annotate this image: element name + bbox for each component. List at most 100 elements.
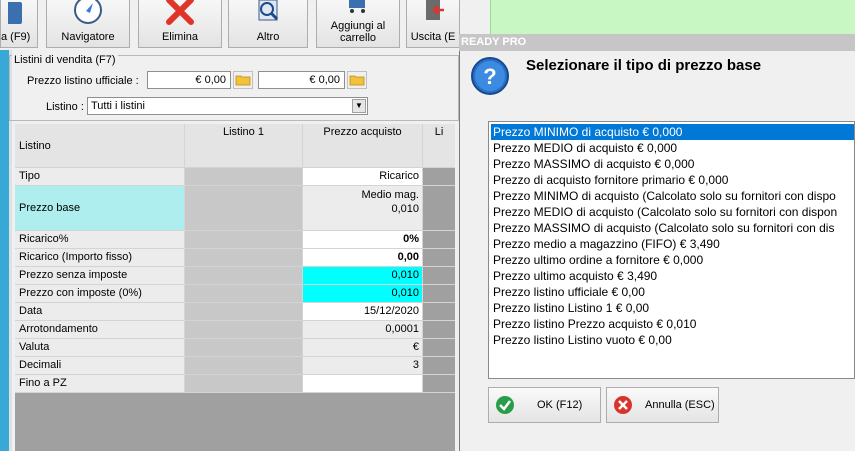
list-item[interactable]: Prezzo MASSIMO di acquisto (Calcolato so…	[491, 220, 834, 236]
grid-header-listino: Listino	[15, 124, 185, 168]
save-button[interactable]: a (F9)	[0, 0, 38, 48]
row-label-prezzo-base: Prezzo base	[15, 186, 185, 231]
price-grid: Listino Listino 1 Prezzo acquisto Li Tip…	[15, 124, 455, 451]
ok-button-label: OK (F12)	[537, 399, 583, 411]
list-item[interactable]: Prezzo MASSIMO di acquisto € 0,000	[491, 156, 694, 172]
list-item[interactable]: Prezzo listino Listino 1 € 0,00	[491, 300, 649, 316]
cell-arrotondamento[interactable]: 0,0001	[303, 321, 423, 339]
cell[interactable]	[185, 231, 303, 249]
cell	[423, 231, 455, 249]
cell-decimali[interactable]: 3	[303, 357, 423, 375]
cell-prezzo-base[interactable]: Medio mag. 0,010	[303, 186, 423, 231]
list-item[interactable]: Prezzo di acquisto fornitore primario € …	[491, 172, 728, 188]
compass-icon	[73, 0, 103, 29]
list-item[interactable]: Prezzo MINIMO di acquisto (Calcolato sol…	[491, 188, 836, 204]
add-to-cart-button-label: Aggiungi al carrello	[330, 20, 386, 44]
cell[interactable]	[185, 303, 303, 321]
navigator-button[interactable]: Navigatore	[46, 0, 130, 48]
cell[interactable]	[185, 375, 303, 393]
cell[interactable]	[185, 339, 303, 357]
listino-select[interactable]: Tutti i listini ▼	[87, 97, 368, 115]
left-accent-bar	[0, 50, 9, 451]
delete-button[interactable]: Elimina	[138, 0, 222, 48]
cell	[423, 168, 455, 186]
list-item[interactable]: Prezzo MEDIO di acquisto (Calcolato solo…	[491, 204, 837, 220]
cell-prezzo-senza-imposte[interactable]: 0,010	[303, 267, 423, 285]
cell[interactable]	[185, 249, 303, 267]
prezzo-base-value: 0,010	[391, 203, 419, 215]
list-item[interactable]: Prezzo MEDIO di acquisto € 0,000	[491, 140, 677, 156]
row-label-prezzo-con-imposte: Prezzo con imposte (0%)	[15, 285, 185, 303]
delete-x-icon	[165, 0, 195, 29]
cell-valuta[interactable]: €	[303, 339, 423, 357]
price-list-group-title: Listini di vendita (F7)	[12, 54, 118, 66]
official-price-label: Prezzo listino ufficiale :	[27, 75, 139, 87]
row-label-arrotondamento: Arrotondamento	[15, 321, 185, 339]
list-item[interactable]: Prezzo listino ufficiale € 0,00	[491, 284, 645, 300]
official-price-field-2[interactable]: € 0,00	[258, 71, 345, 89]
grid-header-col2[interactable]: Prezzo acquisto	[303, 124, 423, 168]
list-item[interactable]: Prezzo listino Prezzo acquisto € 0,010	[491, 316, 696, 332]
row-label-valuta: Valuta	[15, 339, 185, 357]
cell[interactable]	[185, 285, 303, 303]
cell-tipo[interactable]: Ricarico	[303, 168, 423, 186]
grid-header-col3[interactable]: Li	[423, 124, 455, 168]
row-label-decimali: Decimali	[15, 357, 185, 375]
dialog-titlebar[interactable]: READY PRO	[459, 34, 855, 51]
cell[interactable]	[185, 186, 303, 231]
cell	[423, 375, 455, 393]
cell	[423, 186, 455, 231]
save-button-label: a (F9)	[1, 31, 31, 43]
ok-button[interactable]: OK (F12)	[488, 387, 601, 423]
delete-button-label: Elimina	[161, 31, 199, 43]
cell-prezzo-con-imposte[interactable]: 0,010	[303, 285, 423, 303]
exit-button[interactable]: Uscita (E	[406, 0, 460, 48]
row-label-ricarico-fisso: Ricarico (Importo fisso)	[15, 249, 185, 267]
prezzo-base-type: Medio mag.	[361, 189, 419, 201]
cell-ricarico-perc[interactable]: 0%	[303, 231, 423, 249]
cell[interactable]	[185, 267, 303, 285]
exit-button-label: Uscita (E	[410, 31, 456, 43]
cell-data[interactable]: 15/12/2020	[303, 303, 423, 321]
folder-icon	[349, 75, 365, 86]
row-label-tipo: Tipo	[15, 168, 185, 186]
cell[interactable]	[185, 168, 303, 186]
chevron-down-icon[interactable]: ▼	[352, 99, 366, 113]
list-item[interactable]: Prezzo MINIMO di acquisto € 0,000	[491, 124, 854, 140]
cell	[423, 285, 455, 303]
magnifier-icon	[253, 0, 283, 29]
cell[interactable]	[185, 321, 303, 339]
exit-door-icon	[418, 0, 448, 29]
green-strip	[490, 0, 855, 36]
folder-button-2[interactable]	[347, 71, 367, 89]
list-item[interactable]: Prezzo ultimo acquisto € 3,490	[491, 268, 657, 284]
other-button[interactable]: Altro	[228, 0, 308, 48]
cell-ricarico-fisso[interactable]: 0,00	[303, 249, 423, 267]
list-item[interactable]: Prezzo listino Listino vuoto € 0,00	[491, 332, 672, 348]
save-icon	[8, 2, 22, 24]
check-icon	[496, 396, 514, 414]
cell[interactable]	[185, 357, 303, 375]
price-type-list[interactable]: Prezzo MINIMO di acquisto € 0,000 Prezzo…	[488, 121, 855, 379]
cell	[423, 303, 455, 321]
official-price-field-1[interactable]: € 0,00	[147, 71, 231, 89]
row-label-fino-a-pz: Fino a PZ	[15, 375, 185, 393]
cancel-button-label: Annulla (ESC)	[645, 399, 715, 411]
cancel-button[interactable]: Annulla (ESC)	[606, 387, 719, 423]
listino-select-value: Tutti i listini	[91, 100, 145, 112]
other-button-label: Altro	[256, 31, 280, 43]
grid-header-col1[interactable]: Listino 1	[185, 124, 303, 168]
svg-text:?: ?	[483, 64, 496, 89]
cell	[423, 357, 455, 375]
row-label-data: Data	[15, 303, 185, 321]
add-to-cart-button[interactable]: Aggiungi al carrello	[316, 0, 400, 48]
folder-button-1[interactable]	[233, 71, 253, 89]
list-item[interactable]: Prezzo medio a magazzino (FIFO) € 3,490	[491, 236, 720, 252]
navigator-button-label: Navigatore	[61, 31, 115, 43]
folder-icon	[235, 75, 251, 86]
cell-fino-a-pz[interactable]	[303, 375, 423, 393]
question-icon: ?	[470, 56, 510, 99]
cart-icon	[343, 0, 373, 17]
cell	[423, 249, 455, 267]
list-item[interactable]: Prezzo ultimo ordine a fornitore € 0,000	[491, 252, 703, 268]
